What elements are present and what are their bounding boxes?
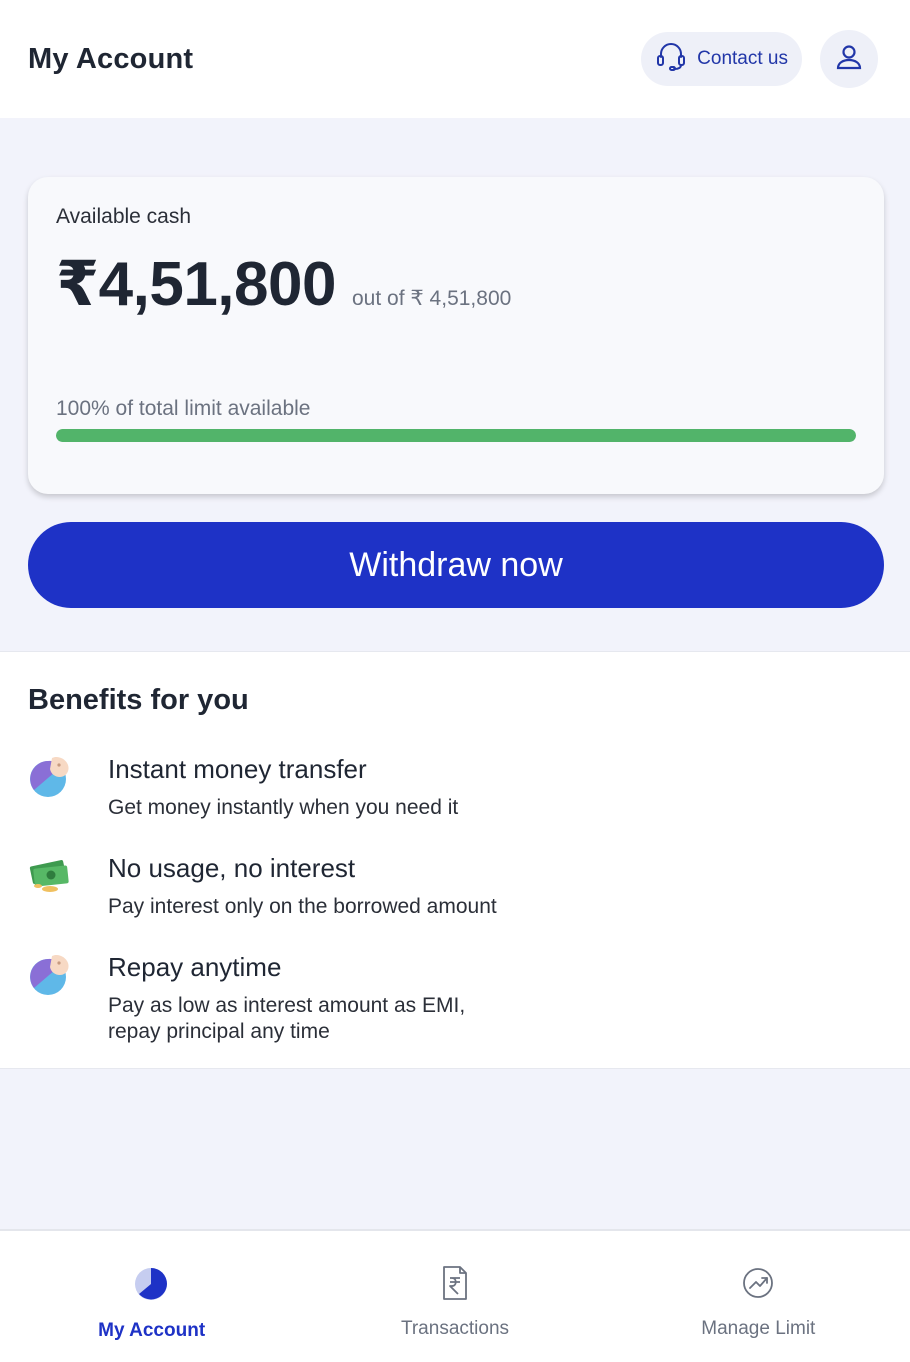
nav-label: My Account <box>98 1320 206 1341</box>
benefit-title: Instant money transfer <box>108 754 367 784</box>
app-header: My Account Contact us <box>0 0 910 118</box>
benefit-title: No usage, no interest <box>108 853 356 883</box>
profile-button[interactable] <box>820 30 878 88</box>
trend-up-icon <box>738 1263 778 1308</box>
available-cash-card: Available cash ₹4,51,800 out of ₹ 4,51,8… <box>28 177 884 494</box>
benefit-description: Pay interest only on the borrowed amount <box>108 895 497 918</box>
benefit-description: Pay as low as interest amount as EMI, re… <box>108 993 465 1045</box>
benefit-title: Repay anytime <box>108 952 282 982</box>
bottom-navigation: My Account Transactions Manage Limit <box>0 1229 910 1362</box>
benefit-description: Get money instantly when you need it <box>108 796 459 819</box>
benefit-text: No usage, no interest Pay interest only … <box>108 853 497 920</box>
rupee-document-icon <box>435 1263 475 1308</box>
pie-chart-icon <box>132 1263 172 1308</box>
withdraw-now-button[interactable]: Withdraw now <box>28 522 884 608</box>
header-actions: Contact us <box>641 30 878 88</box>
benefit-description-line: Pay as low as interest amount as EMI, <box>108 994 466 1017</box>
contact-us-button[interactable]: Contact us <box>641 32 802 86</box>
piggy-bank-icon <box>28 754 74 800</box>
amount-row: ₹4,51,800 out of ₹ 4,51,800 <box>56 247 856 320</box>
available-cash-label: Available cash <box>56 205 192 228</box>
money-stack-icon <box>28 853 74 899</box>
benefit-text: Instant money transfer Get money instant… <box>108 754 458 821</box>
page-title: My Account <box>28 42 194 75</box>
benefit-text: Repay anytime Pay as low as interest amo… <box>108 952 465 1045</box>
nav-item-transactions[interactable]: Transactions <box>303 1231 606 1362</box>
limit-progress-bar <box>56 429 856 442</box>
nav-item-manage-limit[interactable]: Manage Limit <box>607 1231 910 1362</box>
benefits-title: Benefits for you <box>28 684 249 716</box>
nav-item-my-account[interactable]: My Account <box>0 1231 303 1362</box>
contact-us-label: Contact us <box>697 48 788 69</box>
available-amount: ₹4,51,800 <box>56 250 336 319</box>
benefit-description-line: repay principal any time <box>108 1020 330 1043</box>
user-icon <box>834 42 864 77</box>
piggy-bank-icon <box>28 952 74 998</box>
nav-label: Manage Limit <box>701 1318 816 1339</box>
total-limit-text: out of ₹ 4,51,800 <box>351 287 512 310</box>
limit-percentage-text: 100% of total limit available <box>56 397 311 420</box>
benefits-section: Benefits for you Instant money transfer … <box>0 651 910 1069</box>
nav-label: Transactions <box>400 1318 510 1339</box>
headset-icon <box>655 40 687 78</box>
limit-progress-fill <box>56 429 856 442</box>
